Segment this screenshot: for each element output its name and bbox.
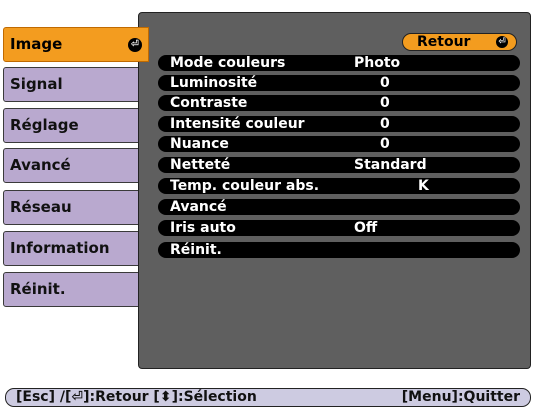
- setting-row-contraste[interactable]: Contraste 0: [158, 95, 520, 111]
- setting-label: Nuance: [170, 136, 229, 152]
- sidebar-item-label: Signal: [10, 75, 63, 93]
- retour-label: Retour: [417, 34, 471, 50]
- setting-row-luminosite[interactable]: Luminosité 0: [158, 75, 520, 91]
- help-footer: [Esc] /[⏎]:Retour [⬍]:Sélection [Menu]:Q…: [5, 388, 531, 407]
- enter-icon: ⏎: [128, 38, 142, 52]
- setting-row-avance[interactable]: Avancé: [158, 199, 520, 215]
- setting-row-nettete[interactable]: Netteté Standard: [158, 157, 520, 173]
- menu-sidebar: Image ⏎ Signal Réglage Avancé Réseau Inf…: [0, 0, 150, 380]
- setting-value: Photo: [354, 55, 401, 71]
- enter-icon: ⏎: [496, 36, 508, 48]
- setting-value: Standard: [354, 157, 427, 173]
- setting-label: Iris auto: [170, 220, 236, 236]
- sidebar-item-label: Réglage: [10, 116, 79, 134]
- setting-label: Intensité couleur: [170, 116, 305, 132]
- sidebar-item-label: Réseau: [10, 198, 72, 216]
- setting-value: 0: [380, 75, 390, 91]
- sidebar-item-label: Avancé: [10, 156, 71, 174]
- sidebar-item-reglage[interactable]: Réglage: [3, 108, 144, 143]
- setting-value: K: [418, 178, 429, 194]
- setting-row-intensite-couleur[interactable]: Intensité couleur 0: [158, 116, 520, 132]
- setting-label: Luminosité: [170, 75, 258, 91]
- setting-row-temp-couleur-abs[interactable]: Temp. couleur abs. K: [158, 178, 520, 194]
- sidebar-item-label: Image: [10, 35, 63, 53]
- sidebar-item-reseau[interactable]: Réseau: [3, 190, 144, 225]
- setting-row-mode-couleurs[interactable]: Mode couleurs Photo: [158, 55, 520, 71]
- setting-value: 0: [380, 116, 390, 132]
- setting-label: Temp. couleur abs.: [170, 178, 320, 194]
- quit-hint: [Menu]:Quitter: [401, 389, 520, 405]
- setting-value: Off: [354, 220, 378, 236]
- sidebar-item-information[interactable]: Information: [3, 231, 144, 266]
- sidebar-item-signal[interactable]: Signal: [3, 67, 144, 102]
- sidebar-item-label: Réinit.: [10, 280, 66, 298]
- setting-label: Avancé: [170, 199, 227, 215]
- setting-label: Réinit.: [170, 242, 222, 258]
- setting-row-nuance[interactable]: Nuance 0: [158, 136, 520, 152]
- navigation-hint: [Esc] /[⏎]:Retour [⬍]:Sélection: [16, 389, 257, 405]
- sidebar-item-avance[interactable]: Avancé: [3, 148, 144, 183]
- sidebar-item-label: Information: [10, 239, 110, 257]
- setting-label: Netteté: [170, 157, 231, 173]
- setting-row-reinit[interactable]: Réinit.: [158, 242, 520, 258]
- settings-panel: Retour ⏎ Mode couleurs Photo Luminosité …: [138, 12, 531, 369]
- setting-value: 0: [380, 136, 390, 152]
- setting-value: 0: [380, 95, 390, 111]
- retour-button[interactable]: Retour ⏎: [402, 33, 517, 51]
- setting-label: Contraste: [170, 95, 248, 111]
- sidebar-item-image[interactable]: Image ⏎: [3, 27, 149, 62]
- setting-row-iris-auto[interactable]: Iris auto Off: [158, 220, 520, 236]
- setting-label: Mode couleurs: [170, 55, 286, 71]
- sidebar-item-reinit[interactable]: Réinit.: [3, 272, 144, 307]
